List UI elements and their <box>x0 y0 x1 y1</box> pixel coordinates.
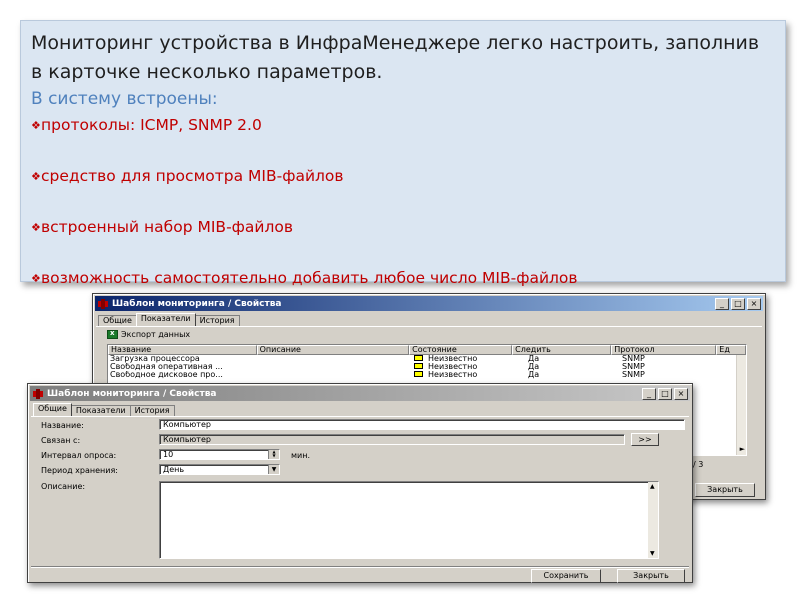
state-indicator-icon <box>414 355 423 361</box>
description-textarea[interactable]: ▲ ▼ <box>159 481 659 559</box>
feature-item: ❖средство для просмотра MIB-файлов <box>31 167 344 185</box>
page-indicator: / 3 <box>693 460 704 469</box>
tab-strip: Общие Показатели История <box>93 313 765 326</box>
diamond-bullet-icon: ❖ <box>31 272 41 285</box>
close-front-button[interactable]: Закрыть <box>617 569 685 583</box>
table-header: Название Описание Состояние Следить Прот… <box>108 345 746 355</box>
tab-indicators[interactable]: Показатели <box>70 405 131 416</box>
interval-label: Интервал опроса: <box>41 451 117 460</box>
diamond-bullet-icon: ❖ <box>31 221 41 234</box>
vertical-scrollbar[interactable]: ► <box>736 355 746 455</box>
general-properties-window: Шаблон мониторинга / Свойства _ □ × Общи… <box>27 383 693 583</box>
intro-text: Мониторинг устройства в ИнфраМенеджере л… <box>31 32 760 83</box>
column-header-description[interactable]: Описание <box>256 345 410 355</box>
export-label: Экспорт данных <box>121 330 191 339</box>
window-title: Шаблон мониторинга / Свойства <box>47 388 217 399</box>
tab-general[interactable]: Общие <box>98 315 137 326</box>
slide-text-box: Мониторинг устройства в ИнфраМенеджере л… <box>20 20 786 287</box>
feature-item: ❖протоколы: ICMP, SNMP 2.0 <box>31 116 262 134</box>
name-label: Название: <box>41 421 84 430</box>
vertical-scrollbar[interactable]: ▲ ▼ <box>648 482 658 558</box>
scroll-down-icon[interactable]: ▼ <box>650 550 655 557</box>
app-icon <box>98 298 108 309</box>
tab-strip: Общие Показатели История <box>28 403 692 416</box>
excel-icon <box>107 329 118 339</box>
column-header-name[interactable]: Название <box>108 345 257 355</box>
maximize-button[interactable]: □ <box>731 297 745 310</box>
table-row[interactable]: Свободное дисковое про... Неизвестно Да … <box>108 371 746 379</box>
close-button[interactable]: × <box>674 387 688 400</box>
title-bar[interactable]: Шаблон мониторинга / Свойства _ □ × <box>30 386 690 401</box>
linked-field: Компьютер <box>159 434 625 445</box>
state-indicator-icon <box>414 371 423 377</box>
interval-stepper[interactable]: 10 ▲ ▼ <box>159 449 280 460</box>
retention-select[interactable]: День ▼ <box>159 464 280 475</box>
minimize-button[interactable]: _ <box>642 387 656 400</box>
tab-history[interactable]: История <box>194 315 240 326</box>
scroll-right-arrow-icon[interactable]: ► <box>740 445 745 453</box>
divider <box>31 566 689 567</box>
tab-indicators[interactable]: Показатели <box>135 313 196 326</box>
interval-unit: мин. <box>291 451 311 460</box>
state-indicator-icon <box>414 363 423 369</box>
column-header-watch[interactable]: Следить <box>512 345 612 355</box>
table-row[interactable]: Загрузка процессора Неизвестно Да SNMP <box>108 355 746 363</box>
close-back-button[interactable]: Закрыть <box>695 483 755 497</box>
close-button[interactable]: × <box>747 297 761 310</box>
app-icon <box>33 388 43 399</box>
linked-select-button[interactable]: >> <box>631 433 659 446</box>
diamond-bullet-icon: ❖ <box>31 119 41 132</box>
diamond-bullet-icon: ❖ <box>31 170 41 183</box>
tab-history[interactable]: История <box>129 405 175 416</box>
column-header-state[interactable]: Состояние <box>409 345 513 355</box>
feature-item: ❖возможность самостоятельно добавить люб… <box>31 269 578 287</box>
minimize-button[interactable]: _ <box>715 297 729 310</box>
chevron-down-icon[interactable]: ▼ <box>268 465 279 474</box>
table-row[interactable]: Свободная оперативная ... Неизвестно Да … <box>108 363 746 371</box>
maximize-button[interactable]: □ <box>658 387 672 400</box>
name-input[interactable]: Компьютер <box>159 419 685 430</box>
save-button[interactable]: Сохранить <box>531 569 601 583</box>
scroll-up-icon[interactable]: ▲ <box>650 483 655 490</box>
feature-list: ❖протоколы: ICMP, SNMP 2.0 ❖средство для… <box>31 115 773 289</box>
feature-item: ❖встроенный набор MIB-файлов <box>31 218 294 236</box>
builtin-heading: В систему встроены: <box>31 89 218 109</box>
window-title: Шаблон мониторинга / Свойства <box>112 298 282 309</box>
column-header-protocol[interactable]: Протокол <box>611 345 717 355</box>
column-header-units[interactable]: Ед <box>716 345 746 355</box>
linked-label: Связан с: <box>41 436 81 445</box>
title-bar[interactable]: Шаблон мониторинга / Свойства _ □ × <box>95 296 763 311</box>
tab-general[interactable]: Общие <box>33 403 72 416</box>
description-label: Описание: <box>41 482 86 491</box>
retention-label: Период хранения: <box>41 466 118 475</box>
export-data-button[interactable]: Экспорт данных <box>107 329 191 339</box>
spin-arrows-icon[interactable]: ▲ ▼ <box>268 450 279 459</box>
